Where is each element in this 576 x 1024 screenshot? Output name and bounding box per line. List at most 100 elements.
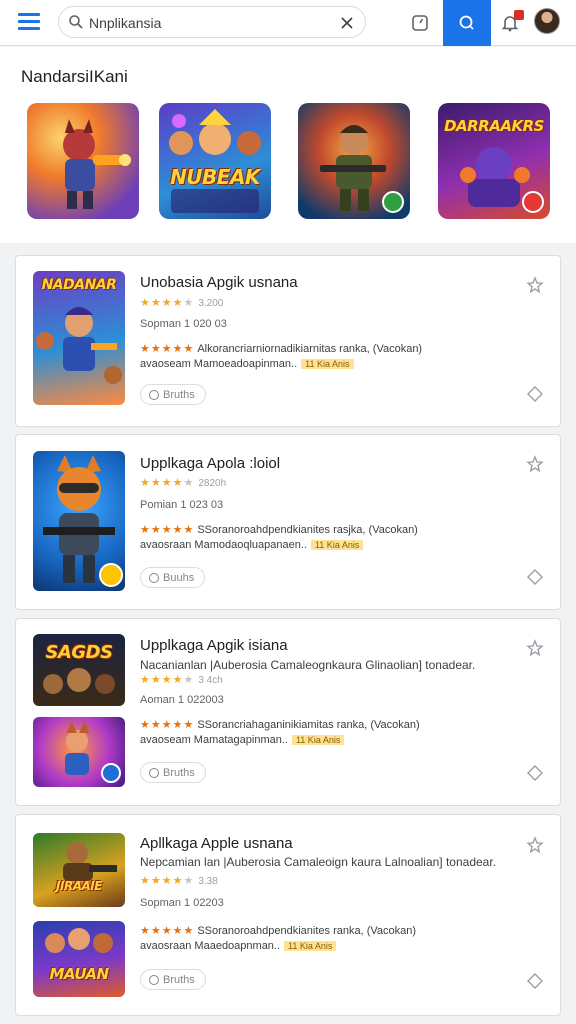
favorite-star-icon[interactable] (526, 836, 544, 854)
tile-badge-icon (522, 191, 544, 213)
raccoon-art (43, 455, 123, 587)
app-description: Nacanianlan |Auberosia Camaleognkaura Gl… (140, 658, 476, 672)
chip-label: Bruths (163, 973, 195, 986)
rating-stars: ★★★★★ 3.200 (140, 297, 224, 309)
clock-icon (149, 767, 159, 778)
review-snippet-line2: avaosraan Mamodaoqluapanaen.. 11 Kia Anis (140, 538, 364, 553)
review-text: SSorancriahaganinikiamitas ranka, (Vacok… (197, 719, 420, 731)
review-text: avaoseam Mamatagapinman.. (140, 734, 288, 746)
app-thumbnail[interactable] (33, 717, 125, 787)
clock-icon (149, 389, 159, 400)
rating-stars: ★★★★★ 3 4ch (140, 674, 223, 686)
tile-title: DARRAAKRS (444, 117, 544, 135)
app-title: Unobasia Apgik usnana (140, 274, 298, 291)
tag-badge: 11 Kia Anis (301, 359, 354, 369)
app-card[interactable]: Upplkaga Apola :loiol ★★★★★ 2820h Pomian … (15, 434, 561, 610)
rating-count: 3.38 (198, 876, 218, 887)
review-snippet: ★★★★★ SSoranoroahdpendkianites ranka, (Va… (140, 925, 417, 937)
tag-badge: 11 Kia Anis (284, 941, 337, 951)
review-snippet: ★★★★★ Alkorancriarniornadikiarnitas ranka… (140, 343, 423, 355)
top-app-bar (0, 0, 576, 46)
search-input[interactable] (89, 12, 329, 34)
diamond-icon[interactable] (526, 764, 544, 782)
clock-icon (412, 15, 428, 31)
tag-badge: 11 Kia Anis (310, 540, 364, 550)
review-text: SSoranoroahdpendkianites ranka, (Vacokan… (197, 925, 417, 937)
history-chip[interactable]: Bruths (140, 969, 206, 990)
squad-art (43, 668, 115, 694)
search-bar[interactable] (58, 6, 366, 38)
app-card[interactable]: SAGDS Upplkaga Apgik isiana Nacanianlan … (15, 618, 561, 806)
review-text: SSoranoroahdpendkianites rasjka, (Vacoka… (197, 524, 418, 536)
warrior-art (63, 842, 117, 881)
app-meta: Aoman 1 022003 (140, 694, 224, 706)
review-snippet: ★★★★★ SSoranoroahdpendkianites rasjka, (V… (140, 524, 418, 536)
avatar[interactable] (534, 8, 560, 34)
notification-badge (514, 10, 524, 20)
notifications-button[interactable] (486, 0, 534, 46)
history-chip[interactable]: Buuhs (140, 567, 206, 588)
character-art (63, 119, 131, 209)
thumbnail-title: JIRAAIE (56, 879, 102, 893)
featured-tile[interactable] (27, 103, 139, 219)
hamburger-menu-icon[interactable] (18, 13, 40, 31)
clock-icon (149, 974, 159, 985)
featured-tile[interactable]: NUBEAK (159, 103, 271, 219)
diamond-icon[interactable] (526, 385, 544, 403)
app-title: Upplkaga Apgik isiana (140, 637, 288, 654)
app-meta: Sopman 1 02203 (140, 897, 224, 909)
review-text: Alkorancriarniornadikiarnitas ranka, (Va… (197, 343, 423, 355)
search-icon (69, 15, 83, 29)
clear-search-icon[interactable] (339, 15, 355, 31)
review-text: avaoseam Mamoeadoapinman.. (140, 358, 298, 370)
search-icon (459, 15, 474, 30)
featured-section: NandarsiIKani NUBEAK DARRAAKRS (0, 47, 576, 243)
diamond-icon[interactable] (526, 972, 544, 990)
review-snippet-line2: avaoseam Mamoeadoapinman.. 11 Kia Anis (140, 357, 354, 372)
featured-tile[interactable] (298, 103, 410, 219)
tile-title: NUBEAK (170, 165, 260, 189)
review-text: avaosraan Maaedoapnman.. (140, 940, 281, 952)
chip-label: Buuhs (163, 571, 195, 584)
history-chip[interactable]: Bruths (140, 384, 206, 405)
review-text: avaosraan Mamodaoqluapanaen.. (140, 539, 307, 551)
favorite-star-icon[interactable] (526, 639, 544, 657)
app-thumbnail[interactable]: SAGDS (33, 634, 125, 706)
diamond-icon[interactable] (526, 568, 544, 586)
app-title: Upplkaga Apola :loiol (140, 455, 281, 472)
chip-label: Bruths (163, 766, 195, 779)
review-snippet: ★★★★★ SSorancriahaganinikiamitas ranka, (… (140, 719, 420, 731)
tag-badge: 11 Kia Anis (291, 735, 345, 745)
history-chip[interactable]: Bruths (140, 762, 206, 783)
app-thumbnail[interactable]: NADANAR (33, 271, 125, 405)
app-meta: Pomian 1 023 03 (140, 499, 224, 511)
rating-stars: ★★★★★ 2820h (140, 477, 227, 489)
thumbnail-title: MAUAN (49, 965, 109, 983)
app-thumbnail[interactable]: JIRAAIE (33, 833, 125, 907)
hero-art (36, 307, 122, 384)
featured-tile[interactable]: DARRAAKRS (438, 103, 550, 219)
chip-label: Bruths (163, 388, 195, 401)
app-card[interactable]: NADANAR Unobasia Apgik usnana ★★★★★ 3.200… (15, 255, 561, 427)
clock-icon (149, 572, 159, 583)
app-thumbnail[interactable] (33, 451, 125, 591)
search-tab-button[interactable] (443, 0, 491, 46)
review-snippet-line2: avaoseam Mamatagapinman.. 11 Kia Anis (140, 733, 345, 748)
favorite-star-icon[interactable] (526, 455, 544, 473)
favorite-star-icon[interactable] (526, 276, 544, 294)
rating-stars: ★★★★★ 3.38 (140, 875, 218, 887)
history-button[interactable] (396, 0, 444, 46)
section-title: NandarsiIKani (21, 67, 128, 86)
app-thumbnail[interactable]: MAUAN (33, 921, 125, 997)
character-group-art (169, 109, 261, 213)
rating-count: 3 4ch (198, 675, 223, 686)
hero-art (65, 721, 121, 783)
rating-count: 3.200 (198, 298, 224, 309)
app-title: Apllkaga Apple usnana (140, 835, 293, 852)
app-card[interactable]: JIRAAIE MAUAN Apllkaga Apple usnana Nepc… (15, 814, 561, 1016)
tile-badge-icon (382, 191, 404, 213)
rating-count: 2820h (198, 478, 227, 489)
review-snippet-line2: avaosraan Maaedoapnman.. 11 Kia Anis (140, 939, 337, 954)
app-meta: Sopman 1 020 03 (140, 318, 227, 330)
app-description: Nepcamian lan |Auberosia Camaleoign kaur… (140, 855, 497, 869)
